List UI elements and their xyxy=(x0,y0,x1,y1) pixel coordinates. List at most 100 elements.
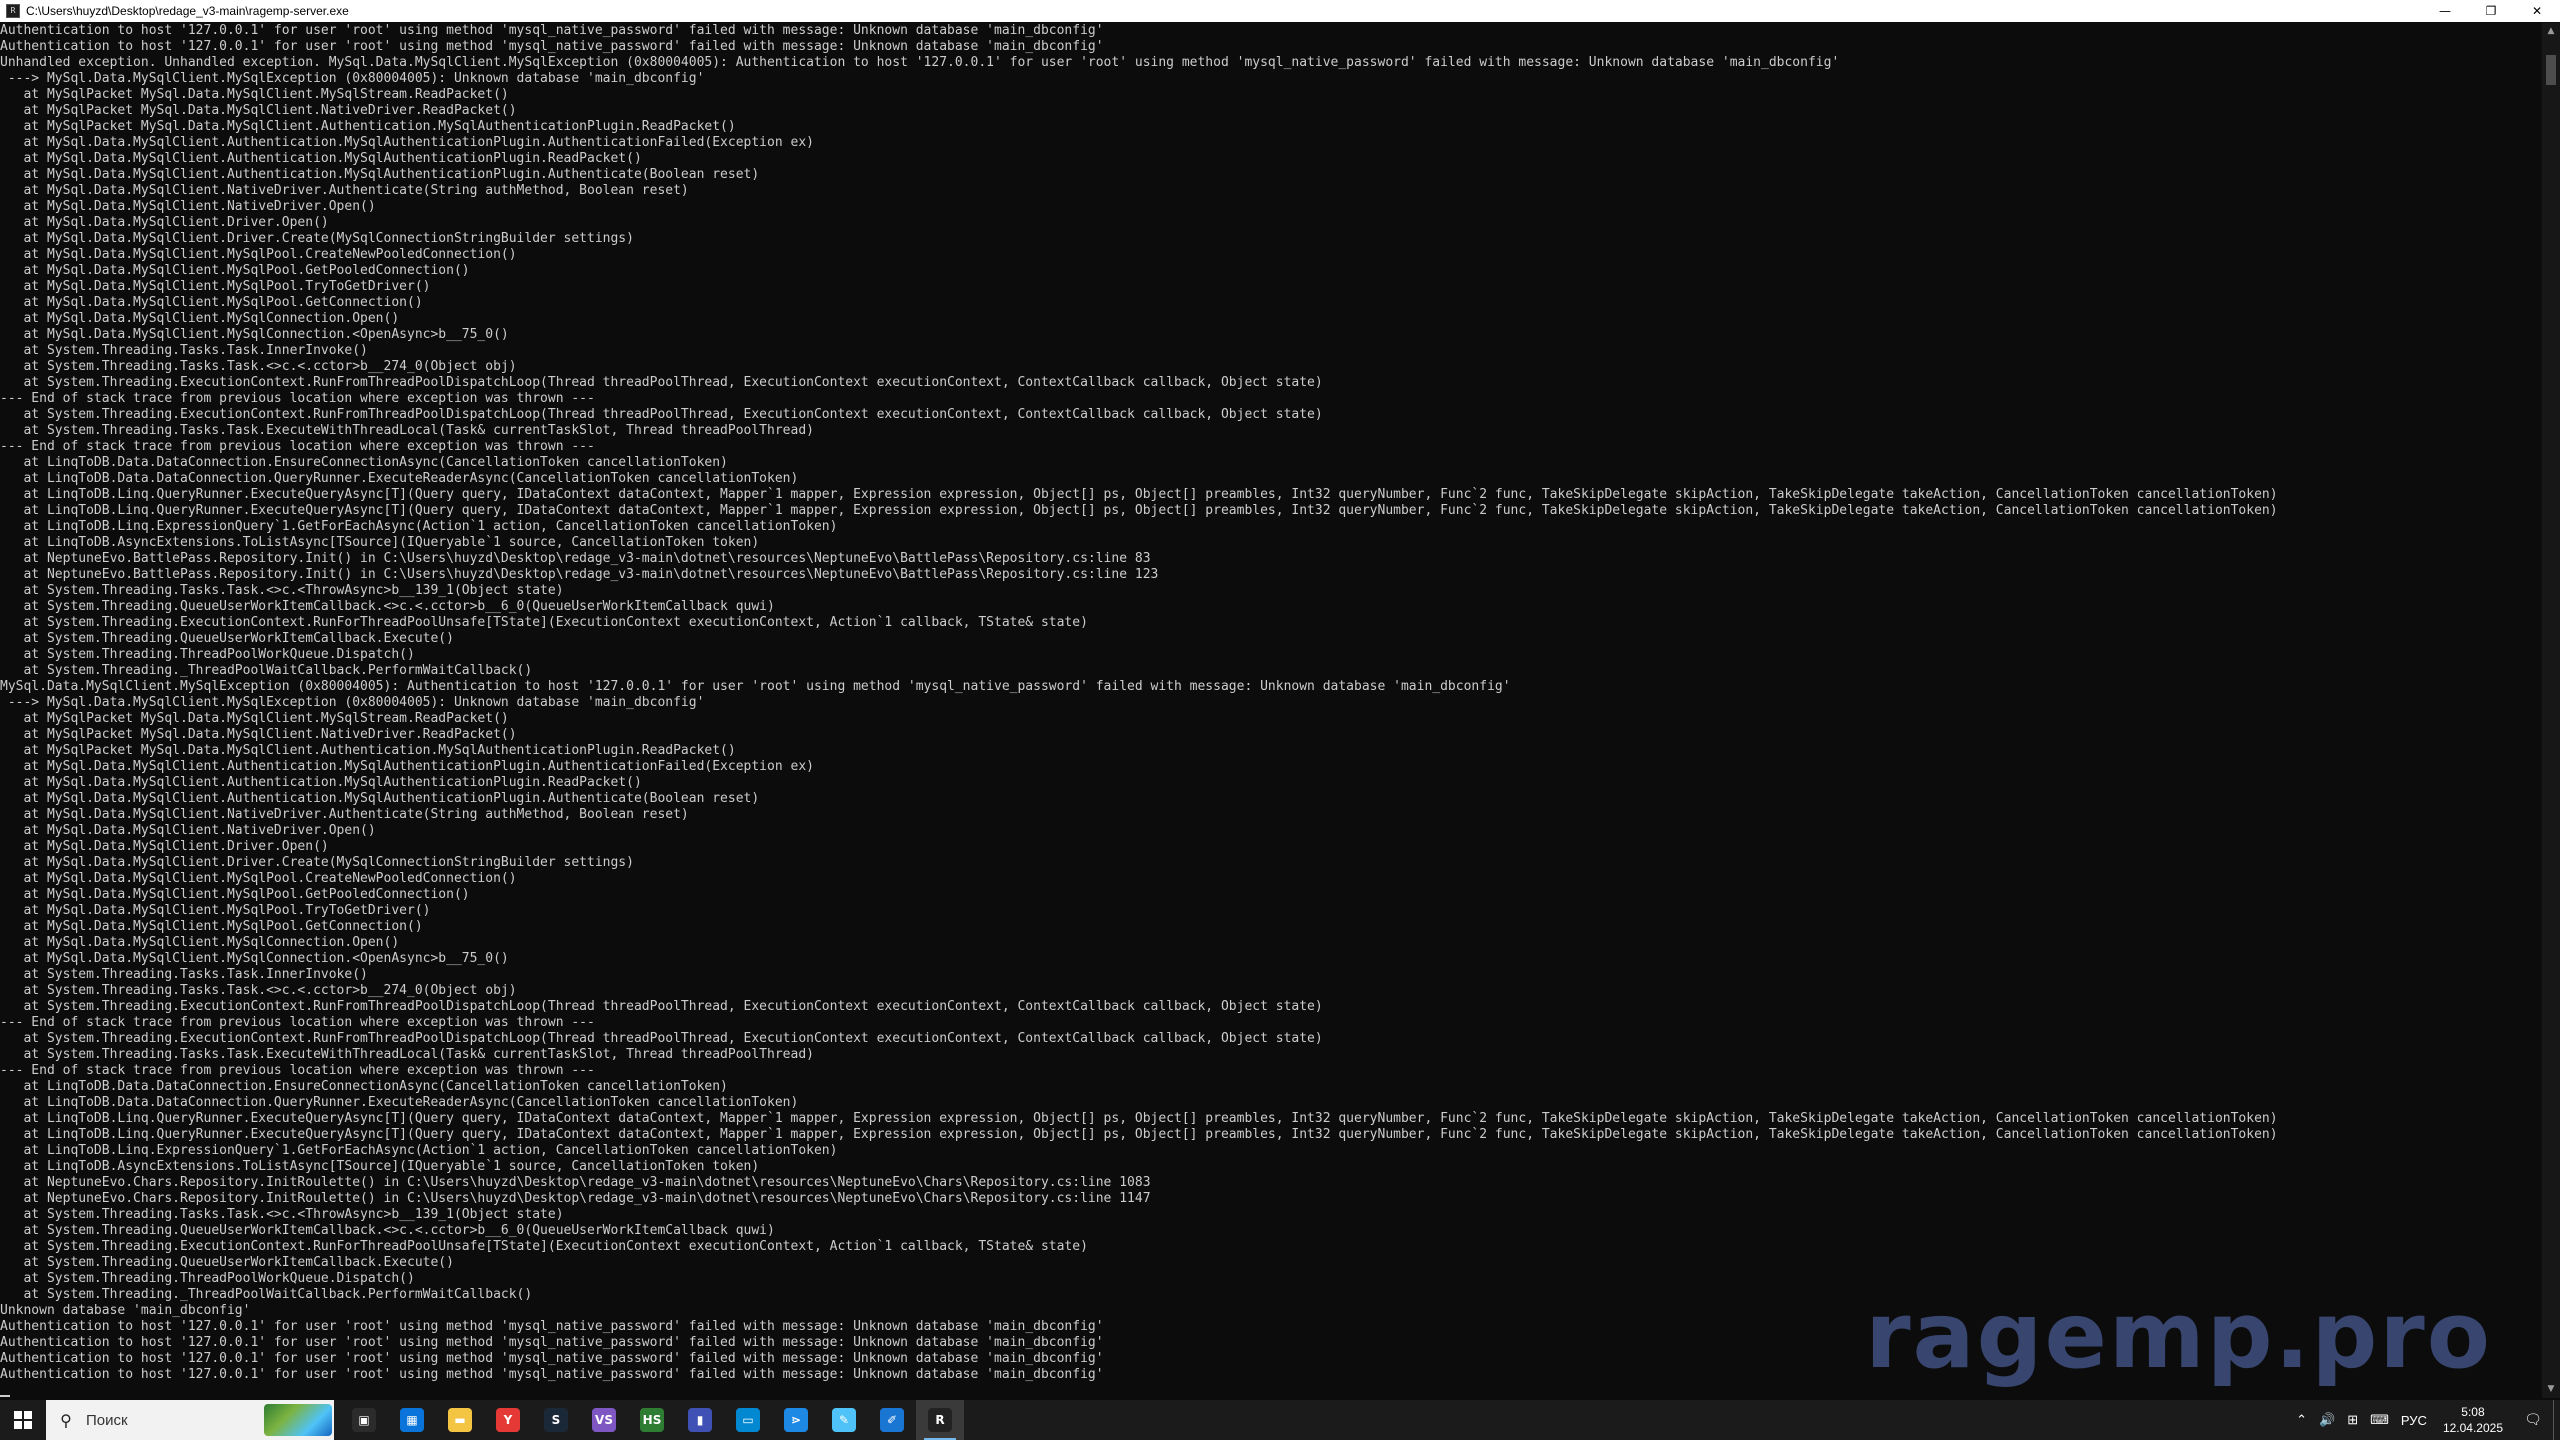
start-button[interactable] xyxy=(0,1400,46,1440)
taskbar-app-chart-app[interactable]: ▮ xyxy=(676,1400,724,1440)
console-line: Authentication to host '127.0.0.1' for u… xyxy=(0,39,1104,54)
show-desktop-button[interactable] xyxy=(2553,1400,2560,1440)
console-cursor xyxy=(0,1395,10,1397)
taskbar-app-steam[interactable]: S xyxy=(532,1400,580,1440)
console-line: at System.Threading.ExecutionContext.Run… xyxy=(0,999,1323,1014)
console-line: at MySql.Data.MySqlClient.NativeDriver.A… xyxy=(0,183,689,198)
taskbar-app-yandex-browser[interactable]: Y xyxy=(484,1400,532,1440)
console-line: at MySql.Data.MySqlClient.Driver.Open() xyxy=(0,839,329,854)
console-line: at NeptuneEvo.BattlePass.Repository.Init… xyxy=(0,567,1159,582)
console-line: at MySql.Data.MySqlClient.Authentication… xyxy=(0,759,814,774)
console-line: at LinqToDB.AsyncExtensions.ToListAsync[… xyxy=(0,535,760,550)
console-line: at NeptuneEvo.BattlePass.Repository.Init… xyxy=(0,551,1151,566)
console-window: R C:\Users\huyzd\Desktop\redage_v3-main\… xyxy=(0,0,2560,1400)
console-line: at MySql.Data.MySqlClient.MySqlPool.GetC… xyxy=(0,919,423,934)
scroll-up-arrow-icon[interactable]: ▲ xyxy=(2542,23,2560,40)
console-line: at MySql.Data.MySqlClient.Authentication… xyxy=(0,167,760,182)
console-line: at MySql.Data.MySqlClient.MySqlPool.Crea… xyxy=(0,247,517,262)
chart-app-icon: ▮ xyxy=(688,1408,712,1432)
console-line: at System.Threading.Tasks.Task.<>c.<Thro… xyxy=(0,1207,564,1222)
console-line: at MySqlPacket MySql.Data.MySqlClient.Au… xyxy=(0,119,736,134)
clock[interactable]: 5:08 12.04.2025 xyxy=(2433,1404,2513,1436)
taskbar-app-notepad-app[interactable]: ✎ xyxy=(820,1400,868,1440)
console-line: at MySql.Data.MySqlClient.MySqlConnectio… xyxy=(0,327,509,342)
taskbar-app-task-view[interactable]: ▣ xyxy=(340,1400,388,1440)
console-line: at System.Threading.Tasks.Task.InnerInvo… xyxy=(0,343,368,358)
taskbar-search[interactable]: ⚲ Поиск xyxy=(46,1400,334,1440)
console-line: at System.Threading.QueueUserWorkItemCal… xyxy=(0,631,454,646)
close-button[interactable]: ✕ xyxy=(2514,0,2560,22)
vertical-scrollbar[interactable]: ▲ ▼ xyxy=(2542,23,2560,1398)
minimize-button[interactable]: — xyxy=(2422,0,2468,22)
console-line: at System.Threading.Tasks.Task.InnerInvo… xyxy=(0,967,368,982)
console-line: at System.Threading.QueueUserWorkItemCal… xyxy=(0,1223,775,1238)
taskbar-app-ragemp-server[interactable]: R xyxy=(916,1400,964,1440)
console-line: at MySql.Data.MySqlClient.Authentication… xyxy=(0,151,642,166)
console-line: at MySql.Data.MySqlClient.MySqlConnectio… xyxy=(0,311,400,326)
hs-app-icon: HS xyxy=(640,1408,664,1432)
network-icon[interactable]: ⊞ xyxy=(2341,1412,2364,1428)
console-line: at LinqToDB.Linq.ExpressionQuery`1.GetFo… xyxy=(0,519,838,534)
console-output[interactable]: Authentication to host '127.0.0.1' for u… xyxy=(0,23,2540,1398)
console-line: at System.Threading.Tasks.Task.<>c.<.cct… xyxy=(0,983,517,998)
keyboard-icon[interactable]: ⌨ xyxy=(2364,1412,2395,1428)
console-line: at LinqToDB.AsyncExtensions.ToListAsync[… xyxy=(0,1159,760,1174)
title-bar[interactable]: R C:\Users\huyzd\Desktop\redage_v3-main\… xyxy=(0,0,2560,22)
console-line: at LinqToDB.Data.DataConnection.QueryRun… xyxy=(0,471,799,486)
clock-time: 5:08 xyxy=(2461,1405,2485,1419)
console-line: at System.Threading.ThreadPoolWorkQueue.… xyxy=(0,647,415,662)
console-line: at LinqToDB.Data.DataConnection.EnsureCo… xyxy=(0,455,728,470)
console-line: at MySql.Data.MySqlClient.MySqlPool.Crea… xyxy=(0,871,517,886)
console-line: Unhandled exception. Unhandled exception… xyxy=(0,55,1840,70)
console-line: at MySqlPacket MySql.Data.MySqlClient.My… xyxy=(0,711,509,726)
tray-overflow-chevron-icon[interactable]: ⌃ xyxy=(2290,1412,2313,1428)
window-title: C:\Users\huyzd\Desktop\redage_v3-main\ra… xyxy=(26,4,349,18)
app-icon: R xyxy=(6,4,20,18)
console-line: at LinqToDB.Linq.QueryRunner.ExecuteQuer… xyxy=(0,1127,2278,1142)
console-line: at LinqToDB.Data.DataConnection.QueryRun… xyxy=(0,1095,799,1110)
system-tray: ⌃ 🔊 ⊞ ⌨ РУС 5:08 12.04.2025 🗨 xyxy=(2290,1400,2560,1440)
console-line: at MySqlPacket MySql.Data.MySqlClient.My… xyxy=(0,87,509,102)
notepad-app-icon: ✎ xyxy=(832,1408,856,1432)
taskbar-app-hs-app[interactable]: HS xyxy=(628,1400,676,1440)
console-line: at MySql.Data.MySqlClient.NativeDriver.O… xyxy=(0,823,376,838)
scroll-thumb[interactable] xyxy=(2546,55,2556,85)
taskbar-app-paint-app[interactable]: ✐ xyxy=(868,1400,916,1440)
console-line: at MySql.Data.MySqlClient.Driver.Open() xyxy=(0,215,329,230)
steam-icon: S xyxy=(544,1408,568,1432)
console-line: at MySql.Data.MySqlClient.MySqlPool.TryT… xyxy=(0,903,431,918)
taskbar-app-power-automate[interactable]: ⋗ xyxy=(772,1400,820,1440)
taskbar-app-file-explorer[interactable]: ▬ xyxy=(436,1400,484,1440)
taskbar-app-microsoft-store[interactable]: ▦ xyxy=(388,1400,436,1440)
console-line: at MySql.Data.MySqlClient.NativeDriver.O… xyxy=(0,199,376,214)
console-line: at MySqlPacket MySql.Data.MySqlClient.Na… xyxy=(0,103,517,118)
console-line: at System.Threading.ExecutionContext.Run… xyxy=(0,407,1323,422)
windows-logo-icon xyxy=(14,1411,32,1429)
volume-icon[interactable]: 🔊 xyxy=(2313,1412,2341,1428)
visual-studio-icon: VS xyxy=(592,1408,616,1432)
console-line: at MySql.Data.MySqlClient.Driver.Create(… xyxy=(0,855,634,870)
console-line: at MySql.Data.MySqlClient.MySqlPool.TryT… xyxy=(0,279,431,294)
search-placeholder: Поиск xyxy=(86,1411,128,1429)
console-line: at MySql.Data.MySqlClient.MySqlConnectio… xyxy=(0,935,400,950)
console-line: at System.Threading.Tasks.Task.<>c.<.cct… xyxy=(0,359,517,374)
scroll-down-arrow-icon[interactable]: ▼ xyxy=(2542,1381,2560,1398)
console-line: at LinqToDB.Linq.QueryRunner.ExecuteQuer… xyxy=(0,487,2278,502)
console-line: --- End of stack trace from previous loc… xyxy=(0,391,595,406)
microsoft-store-icon: ▦ xyxy=(400,1408,424,1432)
taskbar-app-remote-desktop[interactable]: ▭ xyxy=(724,1400,772,1440)
language-indicator[interactable]: РУС xyxy=(2395,1413,2433,1428)
console-line: at MySql.Data.MySqlClient.MySqlPool.GetC… xyxy=(0,295,423,310)
taskbar-app-visual-studio[interactable]: VS xyxy=(580,1400,628,1440)
ragemp-server-icon: R xyxy=(928,1408,952,1432)
maximize-button[interactable]: ❐ xyxy=(2468,0,2514,22)
console-line: at System.Threading.ExecutionContext.Run… xyxy=(0,375,1323,390)
console-line: at LinqToDB.Linq.ExpressionQuery`1.GetFo… xyxy=(0,1143,838,1158)
console-line: at MySql.Data.MySqlClient.Driver.Create(… xyxy=(0,231,634,246)
console-line: at MySql.Data.MySqlClient.Authentication… xyxy=(0,791,760,806)
yandex-browser-icon: Y xyxy=(496,1408,520,1432)
clock-date: 12.04.2025 xyxy=(2442,1421,2503,1435)
file-explorer-icon: ▬ xyxy=(448,1408,472,1432)
notification-center-icon[interactable]: 🗨 xyxy=(2513,1400,2553,1440)
console-line: at System.Threading.ExecutionContext.Run… xyxy=(0,1031,1323,1046)
